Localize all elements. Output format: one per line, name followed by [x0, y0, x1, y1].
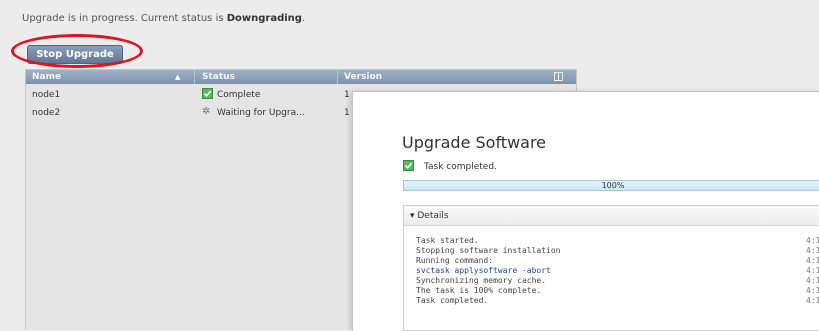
- stop-upgrade-button[interactable]: Stop Upgrade: [27, 45, 123, 64]
- log-line: Task completed.: [416, 296, 489, 305]
- log-line: Stopping software installation: [416, 246, 561, 255]
- progress-bar: 100%: [403, 180, 819, 191]
- check-icon: [403, 160, 414, 171]
- status-prefix: Upgrade is in progress. Current status i…: [22, 13, 227, 24]
- node-status: Complete: [202, 87, 260, 104]
- log-time: 4:1: [806, 276, 819, 285]
- log-time: 4:1: [806, 236, 819, 245]
- status-suffix: .: [301, 13, 306, 24]
- node-status-text: Waiting for Upgra...: [217, 108, 305, 118]
- log-line: The task is 100% complete.: [416, 286, 542, 295]
- details-toggle[interactable]: ▾ Details: [404, 206, 819, 226]
- column-header-version[interactable]: Version: [344, 70, 382, 84]
- status-value: Downgrading: [226, 13, 302, 24]
- log-line: Synchronizing memory cache.: [416, 276, 547, 285]
- node-status: ✲ Waiting for Upgra...: [202, 105, 305, 122]
- spinner-icon: ✲: [202, 106, 211, 117]
- node-name: node1: [32, 90, 61, 100]
- log-time: 4:1: [806, 246, 819, 255]
- log-line: Task started.: [416, 236, 479, 245]
- upgrade-status-message: Upgrade is in progress. Current status i…: [22, 13, 305, 24]
- column-divider[interactable]: [194, 70, 195, 84]
- node-name: node2: [32, 108, 61, 118]
- task-status-text: Task completed.: [424, 161, 497, 172]
- sort-ascending-icon[interactable]: ▲: [175, 70, 180, 84]
- background-panel: [25, 249, 356, 330]
- progress-label: 100%: [601, 181, 625, 190]
- check-icon: [202, 88, 213, 99]
- column-header-name[interactable]: Name: [32, 70, 61, 84]
- column-header-status[interactable]: Status: [202, 70, 235, 84]
- log-line: Running command:: [416, 256, 494, 265]
- column-chooser-icon[interactable]: [554, 72, 563, 81]
- details-panel: ▾ Details Task started. 4:1 Stopping sof…: [403, 205, 819, 331]
- dialog-title: Upgrade Software: [402, 133, 547, 152]
- log-time: 4:1: [806, 296, 819, 305]
- log-time: 4:1: [806, 256, 819, 265]
- column-divider[interactable]: [337, 70, 338, 84]
- node-version: 1: [344, 108, 350, 118]
- task-status: Task completed.: [403, 160, 497, 172]
- log-command: svctask applysoftware -abort: [416, 266, 551, 275]
- node-version: 1: [344, 90, 350, 100]
- node-status-text: Complete: [217, 90, 261, 100]
- log-time: 4:1: [806, 286, 819, 295]
- grid-header: Name ▲ Status Version: [26, 70, 576, 84]
- upgrade-software-dialog: Upgrade Software Task completed. 100% ▾ …: [352, 91, 819, 331]
- log-time: 4:1: [806, 266, 819, 275]
